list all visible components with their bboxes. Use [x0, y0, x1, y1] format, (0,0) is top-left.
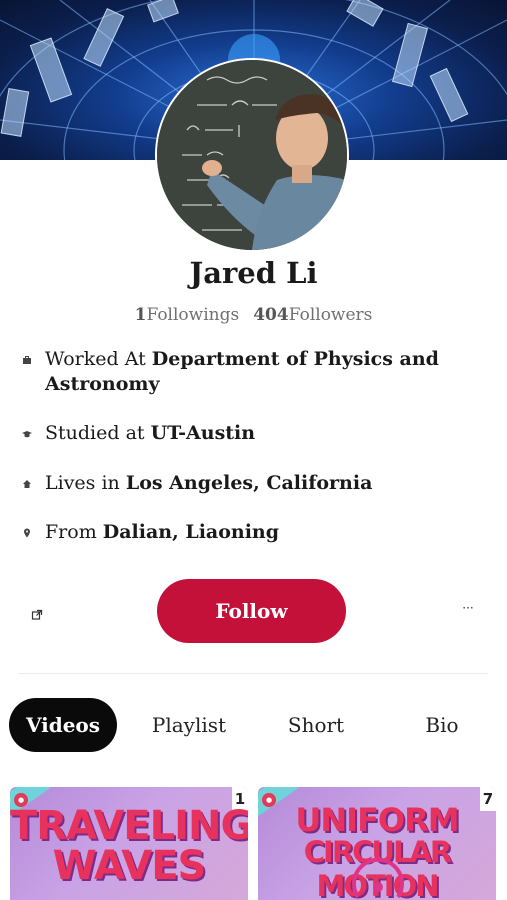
video-thumbnail[interactable]: ● 1 TRAVELING WAVES: [10, 787, 248, 900]
home-icon: [22, 479, 32, 489]
location-pin-icon: [22, 528, 32, 538]
follow-button[interactable]: Follow: [157, 579, 346, 643]
followers-count: 404: [253, 305, 289, 325]
follow-stats: 1Followings 404Followers: [0, 305, 507, 325]
info-residence: Lives in Los Angeles, California: [22, 471, 492, 497]
tab-videos[interactable]: Videos: [9, 698, 117, 752]
section-divider: [18, 673, 488, 674]
tab-playlist[interactable]: Playlist: [139, 698, 239, 752]
info-work-prefix: Worked At: [45, 348, 152, 370]
info-hometown-prefix: From: [45, 521, 103, 543]
profile-name: Jared Li: [189, 256, 318, 290]
info-residence-prefix: Lives in: [45, 472, 126, 494]
info-work: Worked At Department of Physics and Astr…: [22, 347, 492, 399]
followings-link[interactable]: 1Followings: [135, 305, 240, 325]
followings-count: 1: [134, 305, 147, 325]
video-title-line-2: WAVES: [52, 843, 207, 889]
graduation-cap-icon: [22, 429, 32, 439]
briefcase-icon: [22, 355, 32, 365]
tab-short[interactable]: Short: [266, 698, 366, 752]
info-education: Studied at UT-Austin: [22, 421, 492, 447]
share-icon[interactable]: [31, 606, 43, 620]
followers-label: Followers: [288, 305, 373, 325]
video-thumbnail[interactable]: ● 7 UNIFORM CIRCULAR MOTION: [258, 787, 496, 900]
more-options-icon[interactable]: ···: [458, 600, 478, 616]
avatar[interactable]: [157, 60, 347, 250]
info-hometown: From Dalian, Liaoning: [22, 520, 492, 546]
video-title-line-1: TRAVELING: [10, 803, 248, 849]
info-hometown-value: Dalian, Liaoning: [102, 521, 280, 543]
followers-link[interactable]: 404Followers: [253, 305, 372, 325]
info-residence-value: Los Angeles, California: [125, 472, 373, 494]
info-education-value: UT-Austin: [150, 422, 256, 444]
profile-page: Jared Li 1Followings 404Followers Worked …: [0, 0, 507, 900]
avatar-photo: [157, 60, 347, 250]
followings-label: Followings: [146, 305, 240, 325]
tab-bio[interactable]: Bio: [400, 698, 484, 752]
info-education-prefix: Studied at: [45, 422, 151, 444]
circular-motion-graphic: [352, 857, 404, 899]
